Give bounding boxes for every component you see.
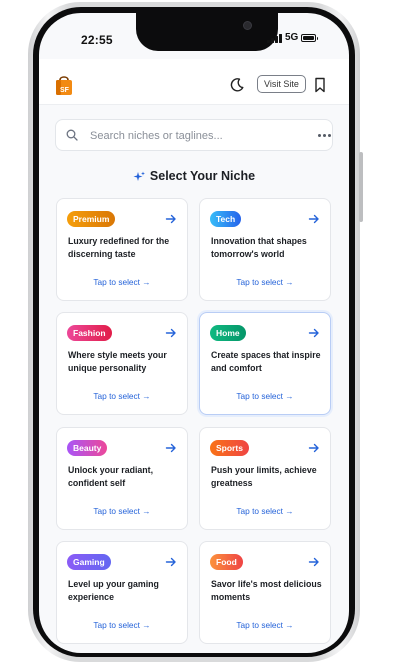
store-logo-icon[interactable]: SF (55, 74, 73, 96)
arrow-right-icon[interactable] (308, 211, 320, 227)
niche-tagline: Push your limits, achieve greatness (211, 465, 317, 488)
arrow-right-icon[interactable] (165, 554, 177, 570)
niche-card-fashion[interactable]: Fashion Where style meets your unique per… (56, 312, 188, 415)
section-title: Select Your Niche (149, 169, 256, 183)
niche-badge: Fashion (67, 325, 112, 341)
niche-tagline: Unlock your radiant, confident self (68, 465, 154, 488)
niche-tagline: Innovation that shapes tomorrow's world (211, 236, 307, 259)
section-heading: Select Your Niche (39, 169, 349, 183)
tap-to-select-link[interactable]: Tap to select → (200, 277, 330, 287)
search-icon (66, 129, 78, 141)
niche-card-home[interactable]: Home Create spaces that inspire and comfo… (199, 312, 331, 415)
battery-icon (301, 34, 318, 42)
network-label: 5G (285, 32, 299, 43)
tap-to-select-link[interactable]: Tap to select → (200, 391, 330, 401)
arrow-right-icon[interactable] (308, 440, 320, 456)
niche-badge: Food (210, 554, 243, 570)
niche-tagline: Create spaces that inspire and comfort (211, 350, 321, 373)
niche-tagline: Savor life's most delicious moments (211, 579, 322, 602)
tap-to-select-link[interactable]: Tap to select → (57, 391, 187, 401)
arrow-right-icon[interactable] (308, 325, 320, 341)
sparkle-icon (133, 171, 145, 181)
phone-frame: 22:55 5G SF Visit Site Search niches or … (28, 2, 363, 662)
niche-badge: Sports (210, 440, 249, 456)
status-bar: 22:55 5G (39, 13, 349, 59)
niche-tagline: Where style meets your unique personalit… (68, 350, 167, 373)
niche-badge: Gaming (67, 554, 111, 570)
tap-to-select-link[interactable]: Tap to select → (57, 277, 187, 287)
tap-to-select-link[interactable]: Tap to select → (57, 506, 187, 516)
notch (136, 13, 278, 51)
status-time: 22:55 (81, 33, 113, 47)
niche-card-beauty[interactable]: Beauty Unlock your radiant, confident sel… (56, 427, 188, 530)
niche-tagline: Level up your gaming experience (68, 579, 159, 602)
arrow-right-icon[interactable] (308, 554, 320, 570)
tap-to-select-link[interactable]: Tap to select → (200, 506, 330, 516)
niche-badge: Beauty (67, 440, 108, 456)
bookmark-icon[interactable] (311, 76, 329, 94)
niche-card-tech[interactable]: Tech Innovation that shapes tomorrow's wo… (199, 198, 331, 301)
moon-icon[interactable] (228, 76, 246, 94)
niche-badge: Tech (210, 211, 242, 227)
niche-card-sports[interactable]: Sports Push your limits, achieve greatnes… (199, 427, 331, 530)
niche-card-premium[interactable]: Premium Luxury redefined for the discerni… (56, 198, 188, 301)
app-header: SF Visit Site (39, 59, 349, 105)
arrow-right-icon[interactable] (165, 325, 177, 341)
niche-badge: Home (210, 325, 246, 341)
niche-badge: Premium (67, 211, 116, 227)
side-button (359, 152, 363, 222)
niche-tagline: Luxury redefined for the discerning tast… (68, 236, 170, 259)
app-screen: 22:55 5G SF Visit Site Search niches or … (39, 13, 349, 653)
logo-text: SF (60, 87, 70, 94)
search-input[interactable] (90, 126, 300, 146)
arrow-right-icon[interactable] (165, 440, 177, 456)
more-options-icon[interactable] (318, 134, 331, 137)
search-bar (55, 119, 333, 151)
camera-icon (243, 21, 252, 30)
signal-icon (267, 34, 282, 43)
arrow-right-icon[interactable] (165, 211, 177, 227)
visit-site-button[interactable]: Visit Site (257, 75, 306, 93)
